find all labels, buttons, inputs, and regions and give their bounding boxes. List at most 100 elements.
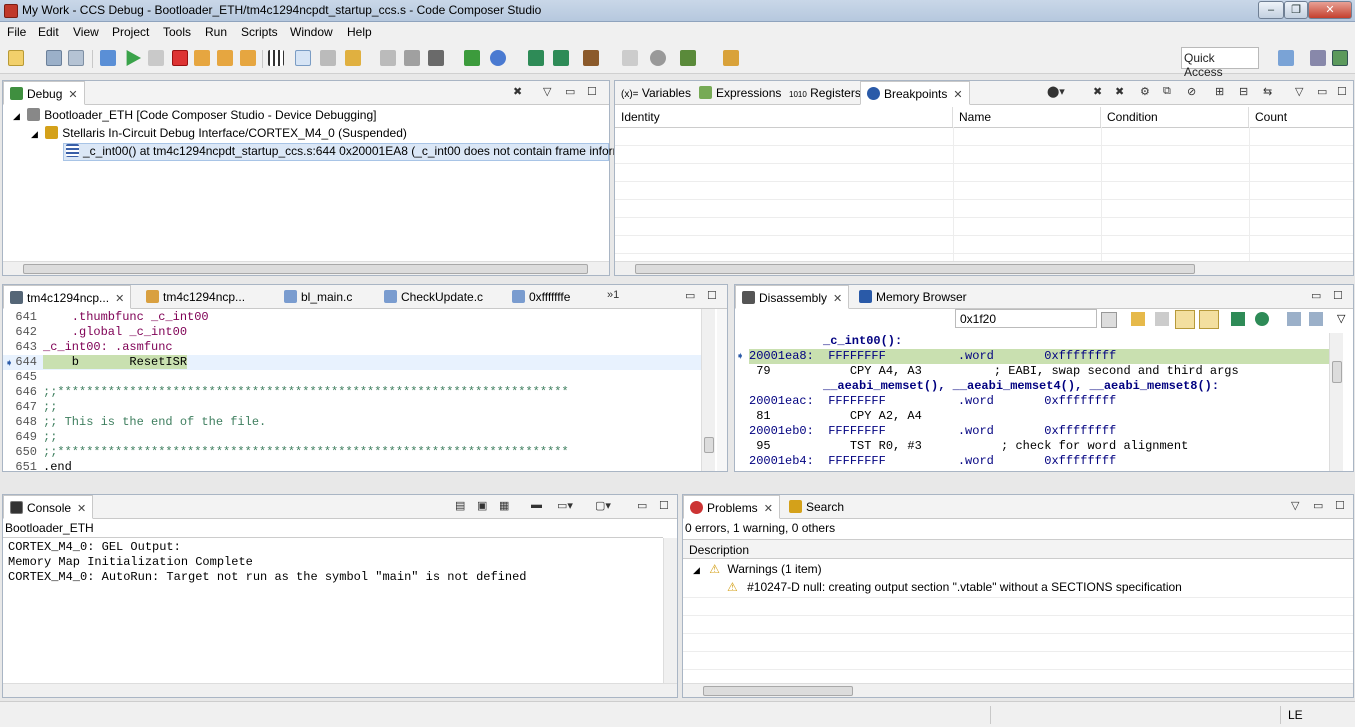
word-wrap-icon[interactable]: ▦	[499, 499, 509, 512]
minimize-view-icon[interactable]: ▭	[565, 85, 575, 98]
import-icon[interactable]: ⧉	[1163, 85, 1171, 98]
tab-expressions[interactable]: Expressions	[693, 81, 787, 105]
view-menu-icon[interactable]: ▽	[1291, 499, 1299, 512]
editor-vscrollbar[interactable]	[701, 309, 715, 471]
address-input[interactable]: 0x1f20	[955, 309, 1097, 328]
col-condition[interactable]: Condition	[1101, 107, 1249, 127]
flash-icon[interactable]	[428, 50, 444, 66]
load-icon[interactable]	[345, 50, 361, 66]
scroll-thumb[interactable]	[704, 437, 714, 453]
memory-icon[interactable]	[268, 50, 284, 66]
new-icon[interactable]	[8, 50, 24, 66]
breakpoints-hscrollbar[interactable]	[615, 261, 1353, 275]
tab-editor-startup-2[interactable]: tm4c1294ncp...	[140, 285, 251, 309]
link-source-icon[interactable]	[1175, 310, 1195, 329]
step-return-icon[interactable]	[240, 50, 256, 66]
minimize-view-icon[interactable]: ▭	[637, 499, 647, 512]
close-icon[interactable]: ✕	[77, 503, 86, 515]
step-over-icon[interactable]	[217, 50, 233, 66]
scroll-thumb[interactable]	[1332, 361, 1342, 383]
link-with-debug-icon[interactable]: ⚙	[1140, 85, 1150, 98]
tab-variables[interactable]: (x)= Variables	[615, 81, 697, 105]
tab-breakpoints[interactable]: Breakpoints ✕	[860, 81, 970, 105]
maximize-view-icon[interactable]: ☐	[1337, 85, 1347, 98]
menu-project[interactable]: Project	[112, 25, 149, 39]
refresh-view-icon[interactable]	[1255, 312, 1269, 326]
remove-breakpoint-icon[interactable]: ✖	[1093, 85, 1102, 98]
open-console-icon[interactable]: ▢▾	[595, 499, 611, 512]
warnings-group[interactable]: ◢ ⚠ Warnings (1 item)	[693, 562, 822, 580]
remove-terminated-icon[interactable]: ✖	[513, 85, 522, 98]
menu-help[interactable]: Help	[347, 25, 372, 39]
suspend-icon[interactable]	[148, 50, 164, 66]
console-vscrollbar[interactable]	[663, 538, 677, 683]
disassembly-area[interactable]: _c_int00(): 20001ea8: FFFFFFFF .word 0xf…	[735, 333, 1329, 471]
debug-hscrollbar[interactable]	[3, 261, 609, 275]
clear-console-icon[interactable]: ▤	[455, 499, 465, 512]
open-console-icon[interactable]	[622, 50, 638, 66]
disassembly-vscrollbar[interactable]	[1329, 333, 1343, 471]
col-description[interactable]: Description	[683, 539, 1353, 559]
tab-editor-startup[interactable]: tm4c1294ncp... ✕	[3, 285, 132, 309]
expand-all-icon[interactable]: ⊞	[1215, 85, 1224, 98]
refresh-icon[interactable]	[1131, 312, 1145, 326]
save-all-icon[interactable]	[68, 50, 84, 66]
menu-view[interactable]: View	[73, 25, 99, 39]
pin-icon[interactable]	[1309, 312, 1323, 326]
close-icon[interactable]: ✕	[953, 89, 962, 101]
warning-item[interactable]: ⚠ #10247-D null: creating output section…	[727, 580, 1182, 598]
col-identity[interactable]: Identity	[615, 107, 953, 127]
col-name[interactable]: Name	[953, 107, 1101, 127]
show-source-icon[interactable]	[1199, 310, 1219, 329]
remove-all-breakpoints-icon[interactable]: ✖	[1115, 85, 1124, 98]
resume-icon[interactable]	[126, 50, 141, 66]
scroll-thumb[interactable]	[23, 264, 588, 274]
close-icon[interactable]: ✕	[115, 293, 124, 305]
new-breakpoint-icon[interactable]: ⬤▾	[1047, 85, 1065, 98]
quick-access-input[interactable]: Quick Access	[1181, 47, 1259, 79]
menu-file[interactable]: File	[7, 25, 26, 39]
run-icon[interactable]	[464, 50, 480, 66]
skip-icon[interactable]	[650, 50, 666, 66]
minimize-view-icon[interactable]: ▭	[1317, 85, 1327, 98]
maximize-view-icon[interactable]: ☐	[707, 289, 717, 302]
refresh-icon[interactable]	[553, 50, 569, 66]
tab-memory-browser[interactable]: Memory Browser	[853, 285, 973, 309]
close-icon[interactable]: ✕	[68, 89, 77, 101]
scroll-thumb[interactable]	[703, 686, 853, 696]
close-icon[interactable]: ✕	[764, 503, 773, 515]
tab-registers[interactable]: 1010 Registers	[783, 81, 867, 105]
step-into-icon[interactable]	[194, 50, 210, 66]
minimize-view-icon[interactable]: ▭	[685, 289, 695, 302]
tab-editor-checkupdate[interactable]: CheckUpdate.c	[378, 285, 489, 309]
tab-console[interactable]: Console ✕	[3, 495, 94, 519]
more-tabs-icon[interactable]: »1	[607, 289, 619, 301]
collapse-all-icon[interactable]: ⊟	[1239, 85, 1248, 98]
maximize-view-icon[interactable]: ☐	[1335, 499, 1345, 512]
menu-window[interactable]: Window	[290, 25, 333, 39]
tree-item-core[interactable]: ◢ Stellaris In-Circuit Debug Interface/C…	[31, 126, 407, 144]
next-icon[interactable]	[528, 50, 544, 66]
tab-search[interactable]: Search	[783, 495, 850, 519]
instruction-step-icon[interactable]	[295, 50, 311, 66]
tab-editor-bl-main[interactable]: bl_main.c	[278, 285, 358, 309]
debug-bug-icon[interactable]	[680, 50, 696, 66]
connect-icon[interactable]	[320, 50, 336, 66]
skip-all-icon[interactable]: ⊘	[1187, 85, 1196, 98]
tab-editor-address[interactable]: 0xfffffffe	[506, 285, 576, 309]
close-button[interactable]: ✕	[1308, 1, 1352, 19]
col-count[interactable]: Count	[1249, 107, 1355, 127]
problems-hscrollbar[interactable]	[683, 683, 1353, 697]
reset-icon[interactable]	[404, 50, 420, 66]
go-icon[interactable]	[1101, 312, 1117, 328]
save-icon[interactable]	[46, 50, 62, 66]
open-perspective-icon[interactable]	[1278, 50, 1294, 66]
view-menu-icon[interactable]: ▽	[1337, 312, 1345, 325]
pin-console-icon[interactable]: ▬	[531, 499, 542, 511]
maximize-view-icon[interactable]: ☐	[587, 85, 597, 98]
tab-disassembly[interactable]: Disassembly ✕	[735, 285, 850, 309]
menu-edit[interactable]: Edit	[38, 25, 59, 39]
display-console-icon[interactable]: ▭▾	[557, 499, 573, 512]
maximize-button[interactable]: ❐	[1284, 1, 1308, 19]
tree-item-frame[interactable]: _c_int00() at tm4c1294ncpdt_startup_ccs.…	[63, 143, 623, 161]
